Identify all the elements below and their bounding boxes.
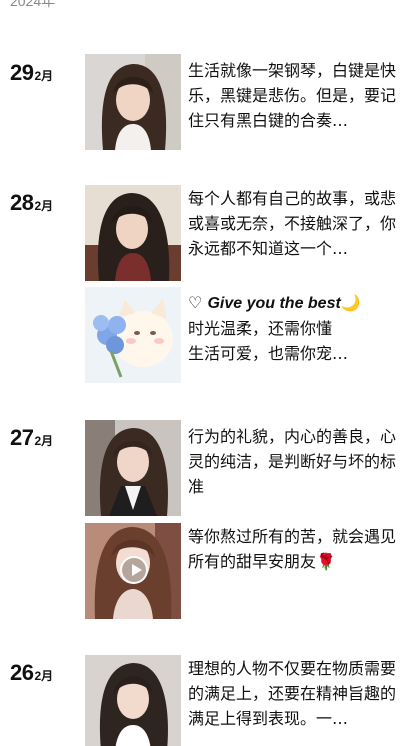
day-number: 27 [10, 425, 34, 450]
month-label: 2月 [34, 669, 54, 683]
english-phrase: Give you the best [207, 295, 341, 312]
post-text[interactable]: 理想的人物不仅要在物质需要的满足上，还要在精神旨趣的满足上得到表现。一… [188, 656, 410, 731]
post-body: 时光温柔，还需你懂 生活可爱，也需你宠… [188, 319, 349, 363]
year-header: 2024年 [10, 0, 56, 9]
date-label: 272月 [10, 425, 53, 451]
portrait-photo [85, 655, 181, 746]
date-label: 282月 [10, 190, 53, 216]
post-thumbnail[interactable] [85, 185, 181, 281]
play-icon[interactable] [120, 556, 148, 584]
heart-icon: ♡ [188, 293, 203, 312]
moon-icon: 🌙 [340, 293, 361, 312]
month-label: 2月 [34, 69, 54, 83]
quote-title: ♡ Give you the best🌙 [188, 290, 410, 316]
month-label: 2月 [34, 199, 54, 213]
post-thumbnail[interactable] [85, 655, 181, 746]
portrait-photo [85, 54, 181, 150]
post-text[interactable]: 每个人都有自己的故事，或悲或喜或无奈，不接触深了，你永远都不知道这一个… [188, 186, 410, 261]
cat-illustration [85, 287, 181, 383]
post-text[interactable]: ♡ Give you the best🌙 时光温柔，还需你懂 生活可爱，也需你宠… [188, 290, 410, 366]
post-thumbnail[interactable] [85, 54, 181, 150]
rose-icon: 🌹 [316, 552, 336, 571]
portrait-photo [85, 420, 181, 516]
post-text[interactable]: 等你熬过所有的苦，就会遇见所有的甜早安朋友🌹 [188, 524, 410, 574]
date-label: 292月 [10, 60, 53, 86]
month-label: 2月 [34, 434, 54, 448]
day-number: 29 [10, 60, 34, 85]
date-label: 262月 [10, 660, 53, 686]
post-text[interactable]: 生活就像一架钢琴，白键是快乐，黑键是悲伤。但是，要记住只有黑白键的合奏… [188, 58, 410, 133]
post-text[interactable]: 行为的礼貌，内心的善良，心灵的纯洁，是判断好与坏的标准 [188, 424, 410, 499]
day-number: 26 [10, 660, 34, 685]
post-thumbnail[interactable] [85, 287, 181, 383]
post-thumbnail[interactable] [85, 420, 181, 516]
portrait-photo [85, 185, 181, 281]
post-body: 等你熬过所有的苦，就会遇见所有的甜早安朋友 [188, 527, 397, 571]
day-number: 28 [10, 190, 34, 215]
